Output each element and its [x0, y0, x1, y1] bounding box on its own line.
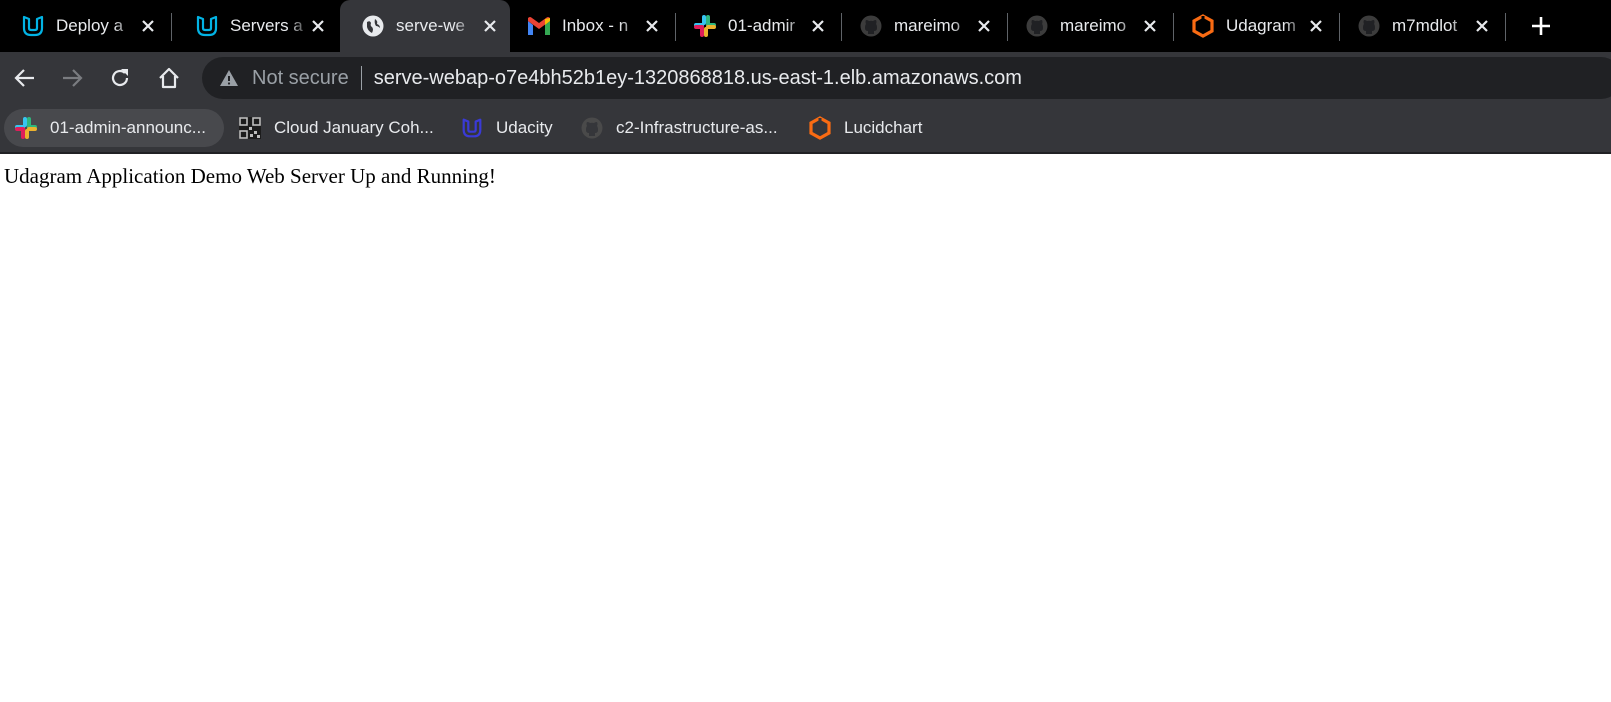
address-bar[interactable]: Not secure serve-webap-o7e4bh52b1ey-1320… [202, 57, 1611, 99]
close-icon[interactable] [972, 14, 996, 38]
bookmarks-bar: 01-admin-announc... Cloud January Coh...… [0, 104, 1611, 154]
back-button[interactable] [8, 61, 42, 95]
tab-title: mareimo [894, 16, 961, 35]
close-icon[interactable] [640, 14, 664, 38]
udacity-icon [194, 13, 220, 39]
page-message: Udagram Application Demo Web Server Up a… [4, 164, 496, 188]
udacity-icon [20, 13, 46, 39]
browser-chrome: Deploy a Servers a serve-we Inbox - n 01… [0, 0, 1611, 154]
github-icon [1356, 13, 1382, 39]
plus-icon [1532, 17, 1550, 35]
gmail-icon [526, 13, 552, 39]
reload-icon [111, 69, 129, 87]
security-status[interactable]: Not secure [252, 67, 349, 90]
bookmark-cloud-january[interactable]: Cloud January Coh... [228, 109, 434, 147]
omnibox-divider [360, 66, 362, 90]
bookmark-c2-infrastructure[interactable]: c2-Infrastructure-as... [570, 109, 778, 147]
slack-icon [14, 116, 38, 140]
tab-github-3[interactable]: m7mdlot [1336, 0, 1502, 52]
slack-icon [692, 13, 718, 39]
tab-title: Deploy a [56, 16, 124, 35]
tab-title: Inbox - n [562, 16, 629, 35]
globe-icon [360, 13, 386, 39]
tab-servers[interactable]: Servers a [174, 0, 338, 52]
tab-title: Udagram [1226, 16, 1296, 35]
close-icon[interactable] [1304, 14, 1328, 38]
github-icon [1024, 13, 1050, 39]
tab-deploy[interactable]: Deploy a [0, 0, 168, 52]
tab-github-2[interactable]: mareimo [1004, 0, 1170, 52]
bookmark-slack[interactable]: 01-admin-announc... [4, 109, 224, 147]
bookmark-label: Udacity [496, 118, 553, 137]
tab-slack[interactable]: 01-admir [672, 0, 838, 52]
close-icon[interactable] [136, 14, 160, 38]
close-icon[interactable] [306, 14, 330, 38]
tab-udagram[interactable]: Udagram [1170, 0, 1336, 52]
tab-inbox[interactable]: Inbox - n [506, 0, 672, 52]
tab-separator [171, 13, 172, 41]
home-icon [159, 67, 179, 89]
tab-title: m7mdlot [1392, 16, 1458, 35]
bookmark-label: Lucidchart [844, 118, 923, 137]
tab-serve-webap[interactable]: serve-we [340, 0, 510, 52]
bookmark-udacity[interactable]: Udacity [450, 109, 553, 147]
tab-separator [1505, 13, 1506, 41]
tab-title: 01-admir [728, 16, 796, 35]
bookmark-label: 01-admin-announc... [50, 118, 206, 137]
warning-icon[interactable] [218, 67, 240, 89]
qr-icon [238, 116, 262, 140]
udacity-icon [460, 116, 484, 140]
tab-strip: Deploy a Servers a serve-we Inbox - n 01… [0, 0, 1611, 52]
github-icon [858, 13, 884, 39]
forward-button[interactable] [55, 61, 89, 95]
bookmark-label: c2-Infrastructure-as... [616, 118, 778, 137]
bookmark-lucidchart[interactable]: Lucidchart [798, 109, 922, 147]
close-icon[interactable] [1470, 14, 1494, 38]
tab-github-1[interactable]: mareimo [838, 0, 1004, 52]
arrow-left-icon [14, 69, 34, 87]
tab-title: mareimo [1060, 16, 1127, 35]
reload-button[interactable] [103, 61, 137, 95]
lucidchart-icon [1190, 13, 1216, 39]
tab-title: serve-we [396, 16, 465, 35]
home-button[interactable] [152, 61, 186, 95]
new-tab-button[interactable] [1525, 10, 1557, 42]
tab-title: Servers a [230, 16, 303, 35]
github-icon [580, 116, 604, 140]
close-icon[interactable] [1138, 14, 1162, 38]
url-text[interactable]: serve-webap-o7e4bh52b1ey-1320868818.us-e… [374, 67, 1022, 90]
page-viewport: Udagram Application Demo Web Server Up a… [0, 154, 1611, 702]
lucidchart-icon [808, 116, 832, 140]
close-icon[interactable] [806, 14, 830, 38]
close-icon[interactable] [478, 14, 502, 38]
bookmark-label: Cloud January Coh... [274, 118, 434, 137]
toolbar: Not secure serve-webap-o7e4bh52b1ey-1320… [0, 52, 1611, 104]
arrow-right-icon [63, 69, 83, 87]
